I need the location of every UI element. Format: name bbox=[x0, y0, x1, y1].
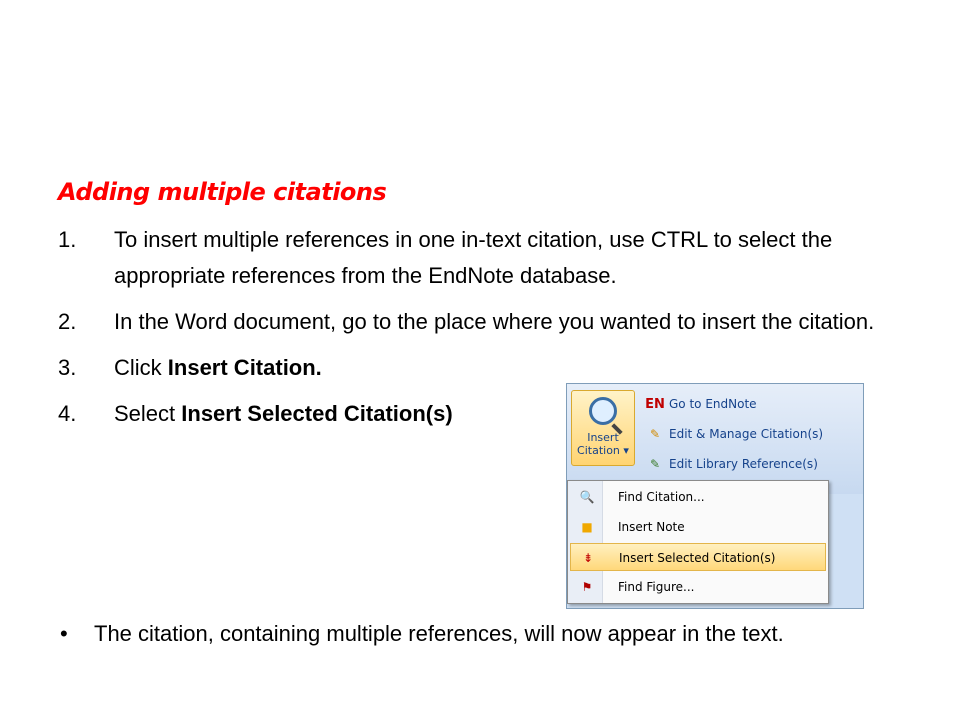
endnote-icon: EN bbox=[645, 397, 665, 412]
insert-selected-icon: ⇟ bbox=[582, 551, 594, 565]
ribbon-item-label: Go to EndNote bbox=[669, 397, 757, 411]
bullet-paragraph: • The citation, containing multiple refe… bbox=[60, 616, 910, 652]
menu-item-label: Find Figure... bbox=[618, 580, 695, 594]
edit-icon: ✎ bbox=[649, 427, 661, 441]
menu-item-label: Insert Selected Citation(s) bbox=[619, 551, 776, 565]
go-to-endnote-item[interactable]: EN Go to EndNote bbox=[645, 392, 757, 416]
edit-manage-citations-item[interactable]: ✎ Edit & Manage Citation(s) bbox=[645, 422, 823, 446]
ribbon-item-label: Edit Library Reference(s) bbox=[669, 457, 818, 471]
section-heading: Adding multiple citations bbox=[58, 178, 387, 206]
step-number: 4. bbox=[58, 401, 77, 426]
step-prefix: Select bbox=[114, 401, 182, 426]
find-figure-icon: ⚑ bbox=[581, 580, 593, 594]
edit-library-reference-item[interactable]: ✎ Edit Library Reference(s) bbox=[645, 452, 818, 476]
magnifier-icon bbox=[589, 397, 617, 425]
step-3: 3. Click Insert Citation. bbox=[58, 350, 908, 386]
menu-item-find-citation[interactable]: 🔍 Find Citation... bbox=[570, 483, 826, 511]
step-number: 2. bbox=[58, 309, 77, 334]
insert-note-icon: ■ bbox=[581, 520, 593, 534]
bullet-text: The citation, containing multiple refere… bbox=[94, 621, 784, 646]
find-citation-icon: 🔍 bbox=[579, 490, 595, 504]
menu-item-find-figure[interactable]: ⚑ Find Figure... bbox=[570, 573, 826, 601]
step-number: 3. bbox=[58, 355, 77, 380]
menu-item-label: Insert Note bbox=[618, 520, 685, 534]
menu-item-insert-note[interactable]: ■ Insert Note bbox=[570, 513, 826, 541]
step-prefix: Click bbox=[114, 355, 168, 380]
menu-item-label: Find Citation... bbox=[618, 490, 705, 504]
insert-citation-button[interactable]: Insert Citation ▾ bbox=[571, 390, 635, 466]
edit-library-icon: ✎ bbox=[649, 457, 661, 471]
ribbon-item-label: Edit & Manage Citation(s) bbox=[669, 427, 824, 441]
bullet-icon: • bbox=[60, 621, 68, 646]
step-text: Select Insert Selected Citation(s) bbox=[114, 396, 554, 432]
step-bold: Insert Selected Citation(s) bbox=[181, 401, 453, 426]
insert-citation-dropdown: 🔍 Find Citation... ■ Insert Note ⇟ Inser… bbox=[567, 480, 829, 604]
step-text: Click Insert Citation. bbox=[114, 350, 554, 386]
step-bold: Insert Citation. bbox=[167, 355, 322, 380]
endnote-ribbon-screenshot: Insert Citation ▾ EN Go to EndNote ✎ Edit &… bbox=[566, 383, 864, 609]
menu-item-insert-selected-citations[interactable]: ⇟ Insert Selected Citation(s) bbox=[570, 543, 826, 571]
step-number: 1. bbox=[58, 227, 77, 252]
insert-citation-label: Insert Citation ▾ bbox=[577, 431, 629, 457]
step-1: 1. To insert multiple references in one … bbox=[58, 222, 908, 294]
step-text: To insert multiple references in one in-… bbox=[114, 227, 833, 288]
slide: Adding multiple citations 1. To insert m… bbox=[0, 0, 960, 720]
step-text: In the Word document, go to the place wh… bbox=[114, 309, 875, 334]
step-2: 2. In the Word document, go to the place… bbox=[58, 304, 908, 340]
